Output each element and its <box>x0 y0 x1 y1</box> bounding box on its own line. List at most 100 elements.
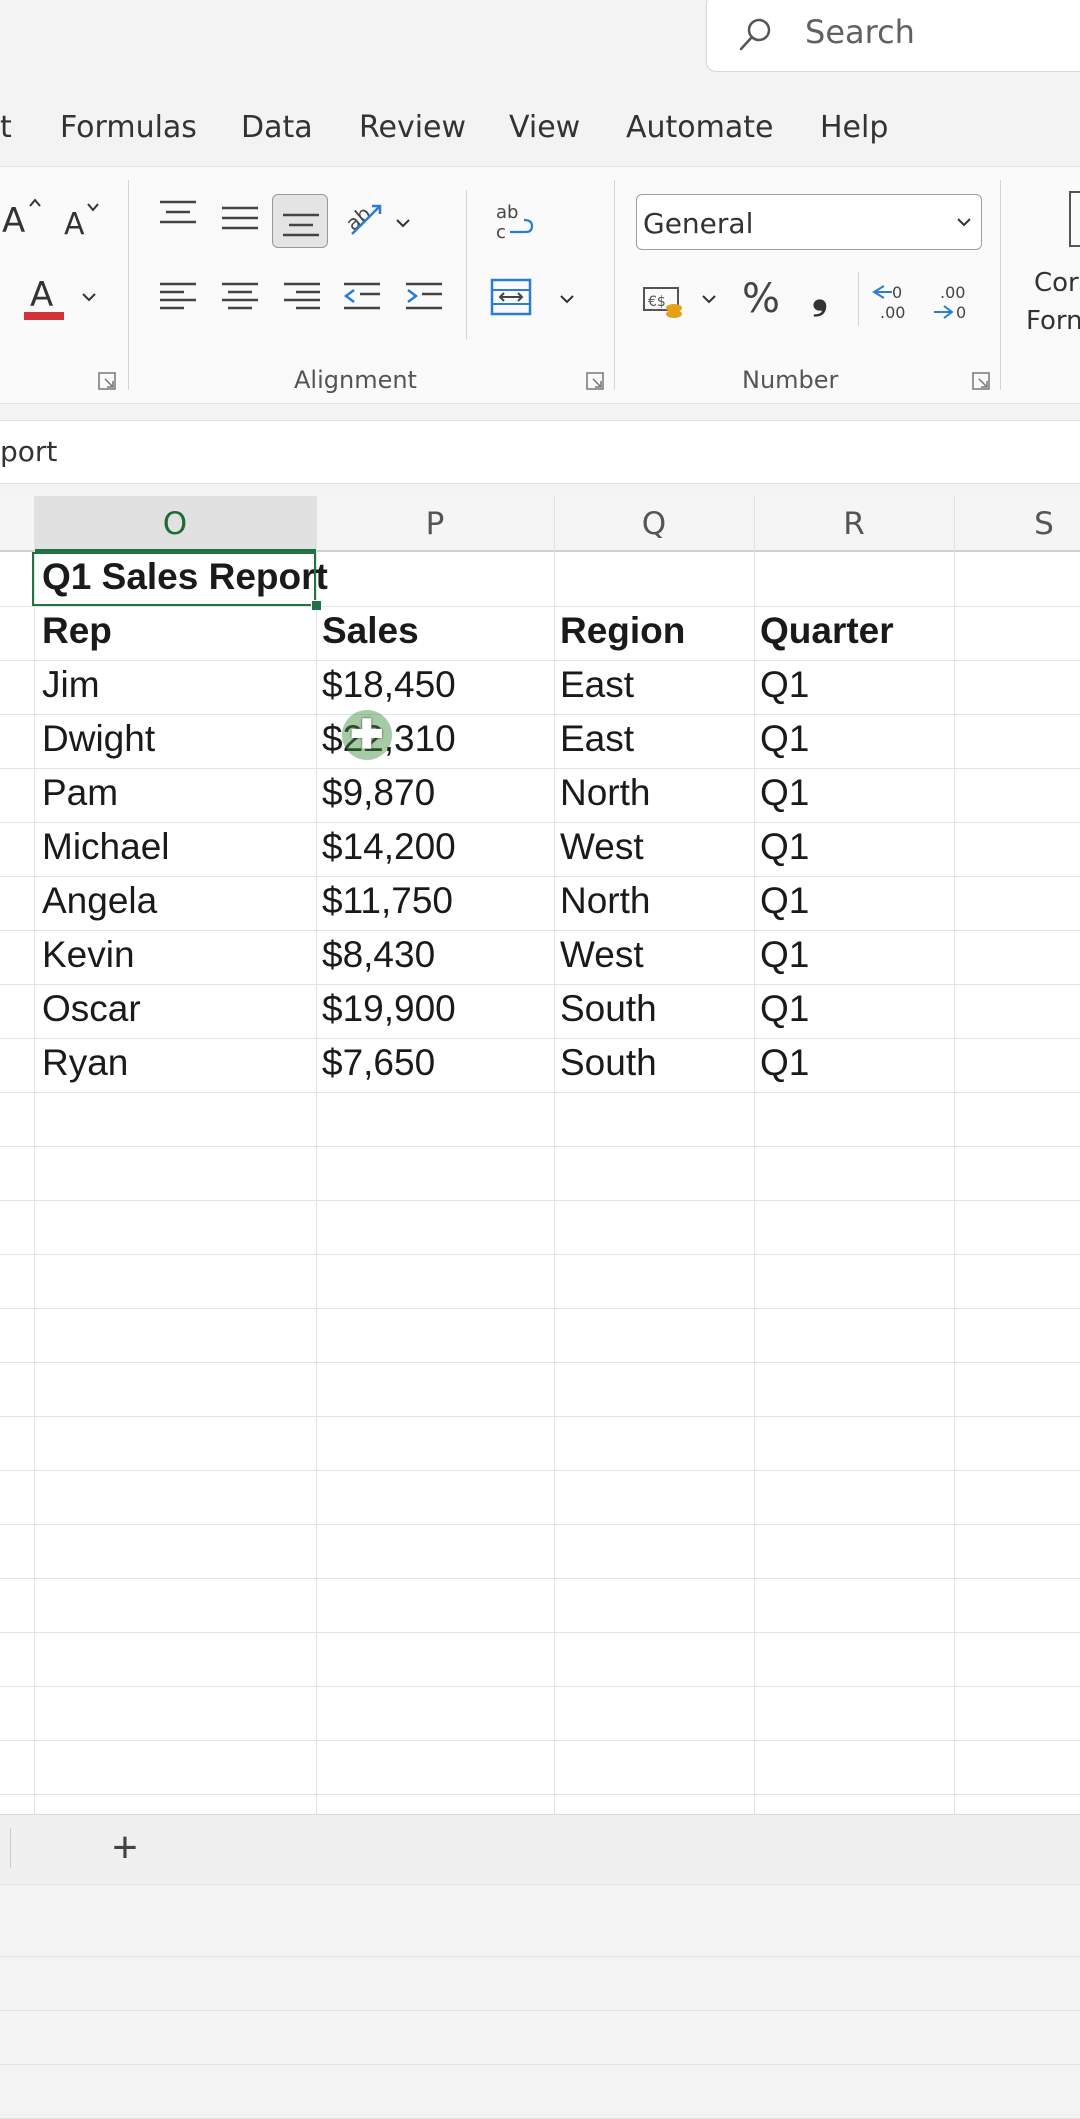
chevron-down-icon[interactable] <box>700 290 718 308</box>
cell-quarter[interactable]: Q1 <box>760 826 809 868</box>
cell-quarter[interactable]: Q1 <box>760 934 809 976</box>
top-align-icon[interactable] <box>158 198 198 232</box>
accounting-format-icon[interactable]: €$ <box>642 282 688 322</box>
cell-rep[interactable]: Angela <box>42 880 157 922</box>
decrease-indent-icon[interactable] <box>342 280 382 316</box>
cell-region[interactable]: North <box>560 772 650 814</box>
dialog-launcher-icon[interactable] <box>586 372 606 392</box>
header-cell-quarter[interactable]: Quarter <box>760 610 894 652</box>
active-cell-border <box>32 552 316 606</box>
row-divider <box>0 1038 1080 1039</box>
align-left-icon[interactable] <box>158 280 198 316</box>
fill-handle[interactable] <box>311 600 322 611</box>
bottom-align-icon <box>283 213 319 237</box>
conditional-formatting-label-2[interactable]: Forn <box>1026 306 1080 336</box>
header-cell-region[interactable]: Region <box>560 610 685 652</box>
wrap-text-icon[interactable]: ab c <box>492 200 536 244</box>
cell-sales[interactable]: $11,750 <box>322 880 453 922</box>
number-format-dropdown[interactable]: General <box>636 194 982 250</box>
cell-rep[interactable]: Dwight <box>42 718 155 760</box>
cell-sales[interactable]: $19,900 <box>322 988 456 1030</box>
search-placeholder: Search <box>805 13 915 51</box>
cell-quarter[interactable]: Q1 <box>760 772 809 814</box>
cell-select-cursor-icon: ✚ <box>350 713 384 757</box>
align-right-icon[interactable] <box>282 280 322 316</box>
tab-review[interactable]: Review <box>359 110 466 145</box>
decrease-decimal-icon[interactable]: .00 0 <box>930 278 976 322</box>
column-header-r[interactable]: R <box>754 496 954 552</box>
cell-rep[interactable]: Pam <box>42 772 118 814</box>
ribbon-separator <box>466 190 467 340</box>
comma-style-icon[interactable]: ❟ <box>812 272 828 318</box>
tab-formulas[interactable]: Formulas <box>60 110 197 145</box>
svg-text:0: 0 <box>892 283 902 302</box>
cell-quarter[interactable]: Q1 <box>760 880 809 922</box>
orientation-icon[interactable]: ab <box>342 196 386 240</box>
conditional-formatting-label-1[interactable]: Cor <box>1034 268 1079 298</box>
cell-quarter[interactable]: Q1 <box>760 1042 809 1084</box>
svg-text:.00: .00 <box>880 303 905 322</box>
svg-text:ab: ab <box>342 201 375 235</box>
middle-align-icon[interactable] <box>220 204 260 238</box>
chevron-down-icon[interactable] <box>394 214 412 232</box>
decrease-font-size-icon[interactable]: A <box>62 198 106 242</box>
column-header-p[interactable]: P <box>316 496 554 552</box>
tab-help[interactable]: Help <box>820 110 888 145</box>
tab-view[interactable]: View <box>509 110 580 145</box>
cell-rep[interactable]: Jim <box>42 664 100 706</box>
increase-decimal-icon[interactable]: 0 .00 <box>870 278 916 322</box>
align-center-icon[interactable] <box>220 280 260 316</box>
tab-automate[interactable]: Automate <box>626 110 773 145</box>
svg-text:.00: .00 <box>940 283 965 302</box>
cell-sales[interactable]: $9,870 <box>322 772 435 814</box>
column-header-s[interactable]: S <box>954 496 1080 552</box>
cell-sales[interactable]: $8,430 <box>322 934 435 976</box>
cell-region[interactable]: West <box>560 826 644 868</box>
cell-sales[interactable]: $18,450 <box>322 664 456 706</box>
cell-region[interactable]: South <box>560 988 657 1030</box>
formula-bar[interactable]: port <box>0 420 1080 484</box>
cell-rep[interactable]: Oscar <box>42 988 141 1030</box>
dialog-launcher-icon[interactable] <box>972 372 992 392</box>
row-divider <box>0 1578 1080 1579</box>
cell-region[interactable]: East <box>560 718 634 760</box>
mouse-cursor: ✚ <box>342 710 392 760</box>
row-divider <box>0 1524 1080 1525</box>
dialog-launcher-icon[interactable] <box>98 372 118 392</box>
percent-style-icon[interactable]: % <box>742 276 780 322</box>
increase-font-size-icon[interactable]: A <box>0 196 44 240</box>
cell-rep[interactable]: Ryan <box>42 1042 128 1084</box>
merge-center-icon[interactable] <box>490 276 532 318</box>
row-divider <box>0 714 1080 715</box>
increase-indent-icon[interactable] <box>404 280 444 316</box>
worksheet-grid[interactable] <box>0 496 1080 1814</box>
column-header-o[interactable]: O <box>34 496 316 552</box>
cell-region[interactable]: South <box>560 1042 657 1084</box>
chevron-down-icon[interactable] <box>80 288 98 306</box>
row-divider <box>0 1146 1080 1147</box>
cell-quarter[interactable]: Q1 <box>760 718 809 760</box>
column-header-q[interactable]: Q <box>554 496 754 552</box>
chevron-down-icon[interactable] <box>558 290 576 308</box>
search-box[interactable]: Search <box>706 0 1080 72</box>
cell-sales[interactable]: $14,200 <box>322 826 456 868</box>
cell-rep[interactable]: Kevin <box>42 934 135 976</box>
tab-partial[interactable]: t <box>0 110 12 145</box>
bottom-align-button[interactable] <box>272 194 328 248</box>
row-divider <box>0 1092 1080 1093</box>
cell-region[interactable]: West <box>560 934 644 976</box>
cell-sales[interactable]: $7,650 <box>322 1042 435 1084</box>
cell-quarter[interactable]: Q1 <box>760 664 809 706</box>
tab-data[interactable]: Data <box>241 110 313 145</box>
add-sheet-button[interactable]: + <box>108 1826 142 1870</box>
cell-quarter[interactable]: Q1 <box>760 988 809 1030</box>
cell-region[interactable]: North <box>560 880 650 922</box>
conditional-formatting-icon[interactable] <box>1068 190 1080 250</box>
cell-rep[interactable]: Michael <box>42 826 170 868</box>
cell-region[interactable]: East <box>560 664 634 706</box>
row-divider <box>0 1416 1080 1417</box>
font-color-icon[interactable]: A <box>22 272 66 322</box>
header-cell-sales[interactable]: Sales <box>322 610 419 652</box>
header-cell-rep[interactable]: Rep <box>42 610 112 652</box>
column-divider <box>554 496 555 1814</box>
